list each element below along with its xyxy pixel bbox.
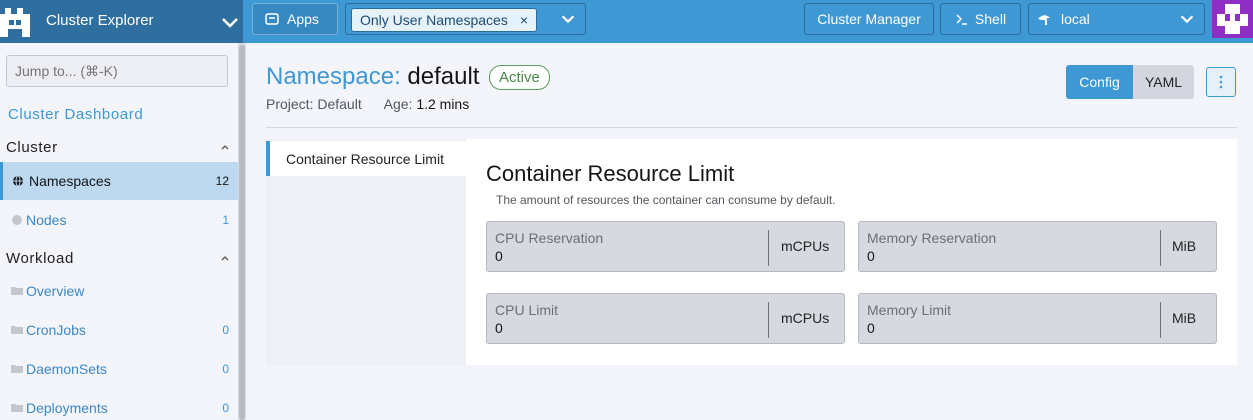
group-cluster-header[interactable]: Cluster <box>6 139 232 156</box>
sidebar-item-namespaces[interactable]: Namespaces 12 <box>0 162 238 200</box>
sidebar-item-label: CronJobs <box>26 322 86 338</box>
sidebar-scrollbar[interactable] <box>238 43 246 420</box>
cluster-manager-label: Cluster Manager <box>817 11 921 27</box>
side-tabs: Container Resource Limit <box>266 139 466 365</box>
shell-button[interactable]: Shell <box>940 3 1021 35</box>
group-workload-header[interactable]: Workload <box>6 250 232 267</box>
apps-icon <box>265 13 279 25</box>
sidebar-item-count: 0 <box>222 323 229 337</box>
folder-icon <box>11 326 23 334</box>
section-title: Container Resource Limit <box>486 161 735 186</box>
field-value: 0 <box>867 320 875 336</box>
namespace-filter-chip: Only User Namespaces × <box>351 8 538 32</box>
resource-panel: Container Resource Limit Container Resou… <box>266 139 1237 365</box>
more-vertical-icon <box>1219 75 1223 89</box>
age-label: Age: <box>383 96 413 112</box>
sidebar-item-overview[interactable]: Overview <box>0 272 238 310</box>
chevron-down-icon <box>1180 15 1194 24</box>
status-badge: Active <box>489 65 550 90</box>
sidebar-item-count: 1 <box>222 213 229 227</box>
chevron-down-icon[interactable] <box>559 10 577 28</box>
field-separator <box>1160 230 1161 266</box>
namespace-filter[interactable]: Only User Namespaces × <box>345 3 586 35</box>
tab-container-resource-limit[interactable]: Container Resource Limit <box>266 141 466 176</box>
field-value: 0 <box>495 320 503 336</box>
app-title: Cluster Explorer <box>46 12 154 29</box>
cluster-selector[interactable]: local <box>1028 3 1205 35</box>
sidebar-item-cronjobs[interactable]: CronJobs 0 <box>0 311 238 349</box>
sidebar-item-label: Namespaces <box>29 173 111 189</box>
field-label: Memory Limit <box>867 302 952 318</box>
field-unit: MiB <box>1172 238 1197 254</box>
jump-to-search-input[interactable] <box>6 55 228 87</box>
section-description: The amount of resources the container ca… <box>496 193 836 207</box>
top-header: Cluster Explorer Apps Only User Namespac… <box>0 0 1253 43</box>
globe-icon <box>13 175 23 187</box>
tab-content: Container Resource Limit The amount of r… <box>466 139 1237 365</box>
field-label: CPU Limit <box>495 302 559 318</box>
field-unit: mCPUs <box>781 310 830 326</box>
config-button[interactable]: Config <box>1066 65 1133 99</box>
product-menu[interactable]: Cluster Explorer <box>0 0 243 43</box>
group-workload-label: Workload <box>6 250 74 267</box>
actions-menu-button[interactable] <box>1206 67 1236 97</box>
sidebar-item-count: 0 <box>222 401 229 415</box>
field-unit: mCPUs <box>781 238 830 254</box>
age-value: 1.2 mins <box>416 96 470 112</box>
sidebar-item-label: Nodes <box>26 212 67 228</box>
chevron-up-icon <box>221 256 229 261</box>
sidebar-item-count: 0 <box>222 362 229 376</box>
page-meta: Project: Default Age: 1.2 mins <box>266 96 469 112</box>
sidebar-item-label: Deployments <box>26 400 108 416</box>
shell-label: Shell <box>974 11 1007 27</box>
yaml-button[interactable]: YAML <box>1133 65 1194 99</box>
sidebar-item-daemonsets[interactable]: DaemonSets 0 <box>0 350 238 388</box>
cluster-manager-button[interactable]: Cluster Manager <box>804 3 934 35</box>
chevron-up-icon <box>221 145 229 150</box>
cluster-icon <box>1038 15 1050 25</box>
chevron-down-icon <box>222 18 238 28</box>
namespace-filter-label: Only User Namespaces <box>360 12 508 28</box>
apps-label: Apps <box>287 11 319 27</box>
field-unit: MiB <box>1172 310 1197 326</box>
apps-button[interactable]: Apps <box>252 3 338 35</box>
sidebar-item-label: Overview <box>26 283 85 299</box>
rancher-logo-icon <box>0 8 30 37</box>
main-content: Namespace: default Active Project: Defau… <box>246 43 1253 420</box>
terminal-icon <box>956 14 967 25</box>
field-value: 0 <box>495 248 503 264</box>
group-cluster-label: Cluster <box>6 139 58 156</box>
cluster-name: local <box>1061 11 1090 27</box>
sidebar-item-count: 12 <box>215 174 229 188</box>
user-avatar[interactable] <box>1212 0 1253 38</box>
memory-limit-field[interactable]: Memory Limit 0 MiB <box>858 293 1217 344</box>
field-label: CPU Reservation <box>495 230 604 246</box>
sidebar: Cluster Dashboard Cluster Namespaces 12 … <box>0 43 238 420</box>
close-icon[interactable]: × <box>520 12 528 28</box>
sidebar-item-label: DaemonSets <box>26 361 107 377</box>
folder-icon <box>11 287 23 295</box>
sidebar-item-deployments[interactable]: Deployments 0 <box>0 389 238 420</box>
cluster-dashboard-link[interactable]: Cluster Dashboard <box>8 106 143 123</box>
page-title: Namespace: default <box>266 63 479 91</box>
cpu-limit-field[interactable]: CPU Limit 0 mCPUs <box>486 293 845 344</box>
field-value: 0 <box>867 248 875 264</box>
project-value: Default <box>317 96 362 112</box>
project-label: Project: <box>266 96 314 112</box>
page-title-name: default <box>407 63 480 90</box>
divider <box>266 127 1237 128</box>
node-icon <box>12 215 22 225</box>
folder-icon <box>11 365 23 373</box>
scrollbar-thumb[interactable] <box>239 45 245 420</box>
field-separator <box>768 302 769 338</box>
sidebar-item-nodes[interactable]: Nodes 1 <box>0 201 238 239</box>
folder-icon <box>11 404 23 412</box>
field-separator <box>1160 302 1161 338</box>
memory-reservation-field[interactable]: Memory Reservation 0 MiB <box>858 221 1217 272</box>
view-mode-toggle: Config YAML <box>1066 65 1194 99</box>
field-separator <box>768 230 769 266</box>
cpu-reservation-field[interactable]: CPU Reservation 0 mCPUs <box>486 221 845 272</box>
page-title-prefix[interactable]: Namespace: <box>266 63 401 90</box>
field-label: Memory Reservation <box>867 230 997 246</box>
